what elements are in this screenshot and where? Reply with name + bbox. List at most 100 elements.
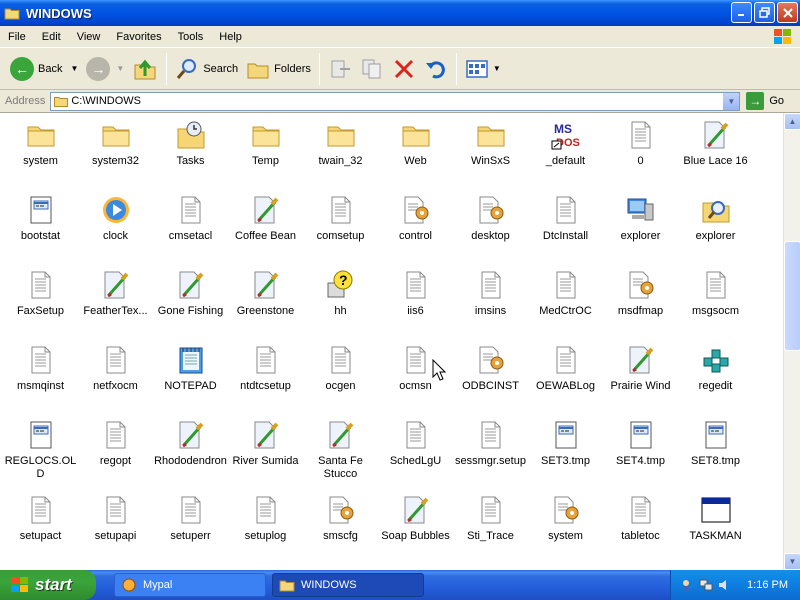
- file-item[interactable]: msgsocm: [678, 269, 753, 344]
- file-item[interactable]: regopt: [78, 419, 153, 494]
- file-item[interactable]: desktop: [453, 194, 528, 269]
- views-button[interactable]: ▼: [461, 52, 505, 86]
- address-input[interactable]: C:\WINDOWS ▼: [50, 91, 741, 111]
- file-item[interactable]: twain_32: [303, 119, 378, 194]
- file-item[interactable]: setuplog: [228, 494, 303, 569]
- text-file-icon: [700, 269, 732, 301]
- volume-tray-icon[interactable]: [717, 578, 731, 592]
- menu-view[interactable]: View: [69, 31, 109, 43]
- minimize-button[interactable]: [731, 2, 752, 23]
- menu-help[interactable]: Help: [211, 31, 250, 43]
- scroll-thumb[interactable]: [784, 241, 800, 351]
- go-button[interactable]: → Go: [746, 92, 784, 110]
- file-item[interactable]: Blue Lace 16: [678, 119, 753, 194]
- file-item[interactable]: 0: [603, 119, 678, 194]
- file-item[interactable]: SET8.tmp: [678, 419, 753, 494]
- file-item[interactable]: TASKMAN: [678, 494, 753, 569]
- file-item[interactable]: NOTEPAD: [153, 344, 228, 419]
- file-item[interactable]: netfxocm: [78, 344, 153, 419]
- restore-button[interactable]: [754, 2, 775, 23]
- file-item[interactable]: msdfmap: [603, 269, 678, 344]
- back-button[interactable]: ← Back ▼: [6, 52, 82, 86]
- file-item[interactable]: SchedLgU: [378, 419, 453, 494]
- undo-button[interactable]: [420, 52, 452, 86]
- file-item[interactable]: Tasks: [153, 119, 228, 194]
- taskbar-item-windows[interactable]: WINDOWS: [272, 573, 424, 597]
- users-tray-icon[interactable]: [681, 578, 695, 592]
- clock[interactable]: 1:16 PM: [747, 579, 788, 591]
- forward-dropdown-icon[interactable]: ▼: [116, 64, 124, 73]
- file-item[interactable]: system32: [78, 119, 153, 194]
- file-item[interactable]: tabletoc: [603, 494, 678, 569]
- file-item[interactable]: ntdtcsetup: [228, 344, 303, 419]
- file-item[interactable]: smscfg: [303, 494, 378, 569]
- address-dropdown-button[interactable]: ▼: [722, 92, 740, 110]
- scroll-down-button[interactable]: ▼: [784, 553, 800, 570]
- file-item[interactable]: Web: [378, 119, 453, 194]
- file-item[interactable]: bootstat: [3, 194, 78, 269]
- file-item[interactable]: setuperr: [153, 494, 228, 569]
- file-item[interactable]: OEWABLog: [528, 344, 603, 419]
- network-tray-icon[interactable]: [699, 578, 713, 592]
- file-item[interactable]: Temp: [228, 119, 303, 194]
- file-item[interactable]: comsetup: [303, 194, 378, 269]
- menu-file[interactable]: File: [0, 31, 34, 43]
- delete-button[interactable]: [388, 52, 420, 86]
- file-item[interactable]: River Sumida: [228, 419, 303, 494]
- file-item[interactable]: WinSxS: [453, 119, 528, 194]
- file-item-label: system: [23, 155, 58, 167]
- folders-button[interactable]: Folders: [242, 52, 315, 86]
- move-to-button[interactable]: [324, 52, 356, 86]
- file-item[interactable]: imsins: [453, 269, 528, 344]
- file-item[interactable]: regedit: [678, 344, 753, 419]
- menu-tools[interactable]: Tools: [170, 31, 212, 43]
- file-item[interactable]: sessmgr.setup: [453, 419, 528, 494]
- file-item[interactable]: Soap Bubbles: [378, 494, 453, 569]
- taskbar-item-mypal[interactable]: Mypal: [114, 573, 266, 597]
- menu-favorites[interactable]: Favorites: [108, 31, 169, 43]
- file-item[interactable]: control: [378, 194, 453, 269]
- menu-edit[interactable]: Edit: [34, 31, 69, 43]
- file-item[interactable]: SET4.tmp: [603, 419, 678, 494]
- file-item-label: setuperr: [170, 530, 211, 542]
- file-item[interactable]: Coffee Bean: [228, 194, 303, 269]
- file-item[interactable]: cmsetacl: [153, 194, 228, 269]
- up-folder-button[interactable]: [128, 52, 162, 86]
- file-item[interactable]: REGLOCS.OLD: [3, 419, 78, 494]
- file-item[interactable]: ? hh: [303, 269, 378, 344]
- file-item[interactable]: msmqinst: [3, 344, 78, 419]
- file-item[interactable]: Prairie Wind: [603, 344, 678, 419]
- file-item[interactable]: MedCtrOC: [528, 269, 603, 344]
- scroll-up-button[interactable]: ▲: [784, 113, 800, 130]
- file-item[interactable]: FaxSetup: [3, 269, 78, 344]
- search-button[interactable]: Search: [171, 52, 242, 86]
- file-item[interactable]: MS DOS _default: [528, 119, 603, 194]
- file-item[interactable]: system: [3, 119, 78, 194]
- file-item[interactable]: ocmsn: [378, 344, 453, 419]
- title-bar[interactable]: WINDOWS: [0, 0, 800, 26]
- file-list-pane[interactable]: system system32 Tasks Temp twain_32 Web WinSxS…: [0, 113, 783, 570]
- forward-button[interactable]: → ▼: [82, 52, 128, 86]
- copy-to-button[interactable]: [356, 52, 388, 86]
- file-item[interactable]: Gone Fishing: [153, 269, 228, 344]
- file-item[interactable]: ODBCINST: [453, 344, 528, 419]
- file-item[interactable]: Santa Fe Stucco: [303, 419, 378, 494]
- file-item[interactable]: ocgen: [303, 344, 378, 419]
- back-dropdown-icon[interactable]: ▼: [70, 64, 78, 73]
- close-button[interactable]: [777, 2, 798, 23]
- file-item[interactable]: setupact: [3, 494, 78, 569]
- file-item[interactable]: explorer: [678, 194, 753, 269]
- file-item[interactable]: Rhododendron: [153, 419, 228, 494]
- vertical-scrollbar[interactable]: ▲ ▼: [783, 113, 800, 570]
- file-item[interactable]: iis6: [378, 269, 453, 344]
- file-item[interactable]: DtcInstall: [528, 194, 603, 269]
- start-button[interactable]: start: [0, 570, 96, 600]
- file-item[interactable]: Greenstone: [228, 269, 303, 344]
- file-item[interactable]: explorer: [603, 194, 678, 269]
- file-item[interactable]: FeatherTex...: [78, 269, 153, 344]
- file-item[interactable]: system: [528, 494, 603, 569]
- file-item[interactable]: SET3.tmp: [528, 419, 603, 494]
- file-item[interactable]: setupapi: [78, 494, 153, 569]
- file-item[interactable]: clock: [78, 194, 153, 269]
- file-item[interactable]: Sti_Trace: [453, 494, 528, 569]
